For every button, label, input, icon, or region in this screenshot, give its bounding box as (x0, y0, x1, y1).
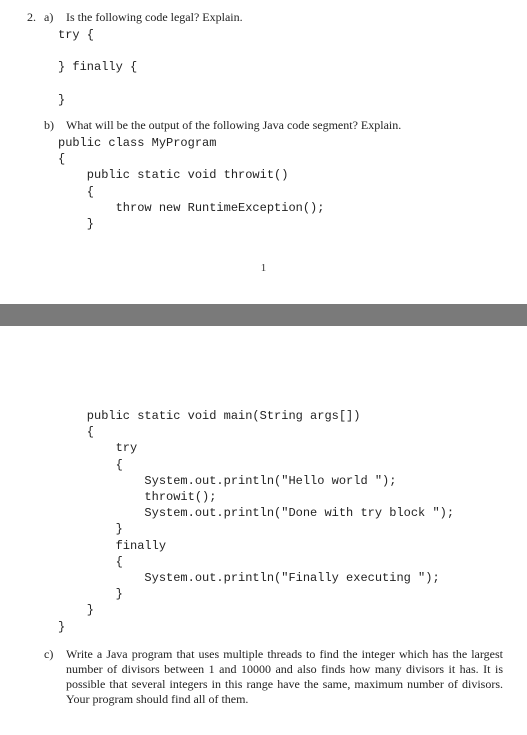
question-text-b: What will be the output of the following… (66, 118, 503, 133)
question-2c: c) Write a Java program that uses multip… (24, 647, 503, 707)
part-letter-c: c) (44, 647, 58, 662)
question-number: 2. (24, 10, 36, 25)
code-block-a: try { } finally { } (58, 27, 503, 108)
code-block-b-bottom: public static void main(String args[]) {… (58, 408, 503, 635)
page-separator (0, 304, 527, 326)
page-number: 1 (24, 262, 503, 274)
question-text-c: Write a Java program that uses multiple … (66, 647, 503, 707)
top-whitespace (24, 336, 503, 406)
part-letter-a: a) (44, 10, 58, 25)
page-bottom: public static void main(String args[]) {… (0, 326, 527, 735)
question-2b: b) What will be the output of the follow… (24, 118, 503, 232)
page-top: 2. a) Is the following code legal? Expla… (0, 0, 527, 304)
question-2b-continued: public static void main(String args[]) {… (24, 408, 503, 635)
question-text-a: Is the following code legal? Explain. (66, 10, 503, 25)
part-letter-b: b) (44, 118, 58, 133)
question-2a: 2. a) Is the following code legal? Expla… (24, 10, 503, 108)
code-block-b-top: public class MyProgram { public static v… (58, 135, 503, 232)
